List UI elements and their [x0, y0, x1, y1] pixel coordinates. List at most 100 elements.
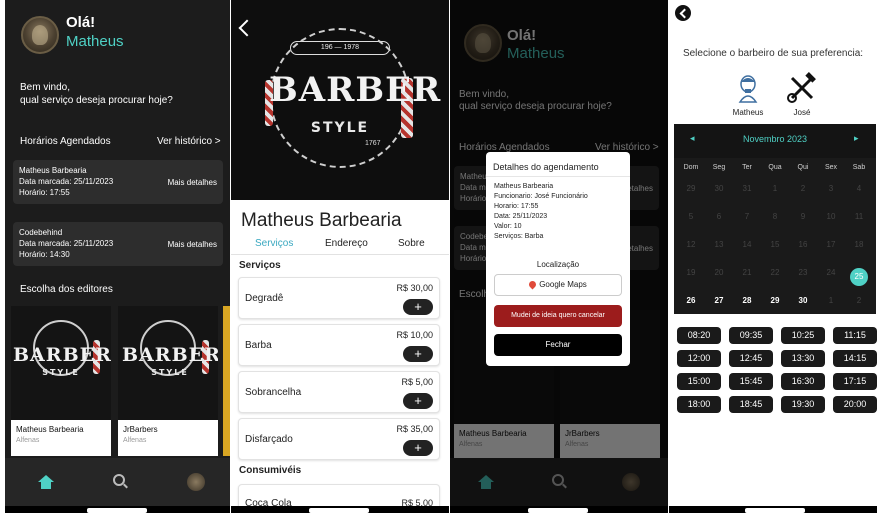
profile-icon[interactable]: [187, 473, 205, 491]
scissors-comb-icon: [786, 72, 818, 104]
add-service-button[interactable]: +: [403, 346, 433, 362]
appointment-card[interactable]: Codebehind Data marcada: 25/11/2023 Horá…: [13, 222, 223, 266]
service-name: Degradê: [245, 293, 284, 304]
calendar-day[interactable]: 3: [818, 184, 844, 193]
calendar-day[interactable]: 19: [678, 268, 704, 277]
calendar-day[interactable]: 1: [818, 296, 844, 305]
calendar-day[interactable]: 29: [762, 296, 788, 305]
calendar-day[interactable]: 28: [734, 296, 760, 305]
time-slot-button[interactable]: 16:30: [781, 373, 825, 390]
user-avatar[interactable]: [21, 16, 59, 54]
back-arrow-icon[interactable]: [675, 5, 691, 21]
shop-city: Alfenas: [16, 437, 40, 444]
calendar-day[interactable]: 8: [762, 212, 788, 221]
home-icon[interactable]: [38, 475, 54, 489]
add-service-button[interactable]: +: [403, 299, 433, 315]
time-slot-button[interactable]: 19:30: [781, 396, 825, 413]
time-slot-button[interactable]: 18:45: [729, 396, 773, 413]
time-slot-button[interactable]: 14:15: [833, 350, 877, 367]
calendar-day[interactable]: 10: [818, 212, 844, 221]
barber-option-jose[interactable]: José: [779, 72, 825, 117]
calendar-day[interactable]: 9: [790, 212, 816, 221]
weekday-label: Ter: [742, 164, 752, 171]
shop-city: Alfenas: [123, 437, 147, 444]
home-screen: Olá! Matheus Bem vindo, qual serviço des…: [5, 0, 230, 513]
time-slot-button[interactable]: 11:15: [833, 327, 877, 344]
barber-name: José: [793, 108, 811, 117]
calendar-day[interactable]: 29: [678, 184, 704, 193]
calendar-day[interactable]: 6: [706, 212, 732, 221]
calendar-day[interactable]: 26: [678, 296, 704, 305]
welcome-line-2: qual serviço deseja procurar hoje?: [20, 95, 173, 106]
time-slot-button[interactable]: 08:20: [677, 327, 721, 344]
shop-card[interactable]: BARBER STYLE JrBarbers Alfenas: [118, 306, 218, 456]
calendar-day[interactable]: 12: [678, 240, 704, 249]
barber-portrait-icon: [732, 72, 764, 104]
tab-address[interactable]: Endereço: [325, 238, 368, 249]
calendar-day[interactable]: 16: [790, 240, 816, 249]
detail-employee: Funcionario: José Funcionário: [494, 193, 588, 200]
time-slot-button[interactable]: 12:00: [677, 350, 721, 367]
tab-services[interactable]: Serviços: [255, 238, 293, 249]
tab-about[interactable]: Sobre: [398, 238, 425, 249]
time-slot-button[interactable]: 15:00: [677, 373, 721, 390]
history-link[interactable]: Ver histórico >: [157, 136, 221, 147]
calendar-day[interactable]: 24: [818, 268, 844, 277]
calendar-month: Novembro 2023: [742, 134, 808, 144]
weekday-label: Seg: [712, 164, 726, 171]
more-details-link[interactable]: Mais detalhes: [168, 239, 217, 250]
time-slot-button[interactable]: 20:00: [833, 396, 877, 413]
calendar-day[interactable]: 15: [762, 240, 788, 249]
calendar-day[interactable]: 4: [846, 184, 872, 193]
calendar-day[interactable]: 23: [790, 268, 816, 277]
time-slot-button[interactable]: 10:25: [781, 327, 825, 344]
calendar-day-selected[interactable]: 25: [846, 268, 872, 286]
consumables-heading: Consumivéis: [239, 465, 302, 476]
appointment-shop: Matheus Barbearia: [19, 166, 87, 175]
calendar-day[interactable]: 27: [706, 296, 732, 305]
calendar-day[interactable]: 2: [846, 296, 872, 305]
shop-title: Matheus Barbearia: [241, 210, 402, 231]
time-slot-button[interactable]: 18:00: [677, 396, 721, 413]
appointment-time: Horário: 14:30: [19, 250, 70, 259]
detail-services: Serviços: Barba: [494, 233, 544, 240]
system-bar: [5, 506, 230, 513]
appointment-card[interactable]: Matheus Barbearia Data marcada: 25/11/20…: [13, 160, 223, 204]
add-service-button[interactable]: +: [403, 393, 433, 409]
time-slot-button[interactable]: 15:45: [729, 373, 773, 390]
calendar-day[interactable]: 18: [846, 240, 872, 249]
calendar-day[interactable]: 2: [790, 184, 816, 193]
calendar-day[interactable]: 30: [790, 296, 816, 305]
calendar-day[interactable]: 20: [706, 268, 732, 277]
back-arrow-icon[interactable]: [238, 19, 256, 37]
cancel-appointment-button[interactable]: Mudei de ideia quero cancelar: [494, 305, 622, 327]
calendar-day[interactable]: 30: [706, 184, 732, 193]
next-month-icon[interactable]: ▸: [854, 133, 859, 144]
add-service-button[interactable]: +: [403, 440, 433, 456]
editors-title: Escolha dos editores: [20, 284, 113, 295]
calendar-day[interactable]: 7: [734, 212, 760, 221]
calendar-day[interactable]: 5: [678, 212, 704, 221]
calendar-day[interactable]: 17: [818, 240, 844, 249]
calendar-day[interactable]: 31: [734, 184, 760, 193]
detail-value: Valor: 10: [494, 223, 522, 230]
time-slot-button[interactable]: 13:30: [781, 350, 825, 367]
time-slot-button[interactable]: 17:15: [833, 373, 877, 390]
calendar-day[interactable]: 1: [762, 184, 788, 193]
shop-card[interactable]: BARBER STYLE Matheus Barbearia Alfenas: [11, 306, 111, 456]
appointment-shop: Codebehind: [19, 228, 63, 237]
search-icon[interactable]: [113, 474, 125, 486]
calendar-day[interactable]: 11: [846, 212, 872, 221]
more-details-link[interactable]: Mais detalhes: [168, 177, 217, 188]
time-slot-button[interactable]: 09:35: [729, 327, 773, 344]
close-modal-button[interactable]: Fechar: [494, 334, 622, 356]
time-slot-button[interactable]: 12:45: [729, 350, 773, 367]
weekday-label: Sex: [824, 164, 838, 171]
calendar-day[interactable]: 22: [762, 268, 788, 277]
barber-option-matheus[interactable]: Matheus: [725, 72, 771, 117]
calendar-day[interactable]: 21: [734, 268, 760, 277]
calendar-day[interactable]: 13: [706, 240, 732, 249]
google-maps-button[interactable]: Google Maps: [494, 274, 622, 296]
calendar-day[interactable]: 14: [734, 240, 760, 249]
card-peek: [223, 306, 230, 456]
